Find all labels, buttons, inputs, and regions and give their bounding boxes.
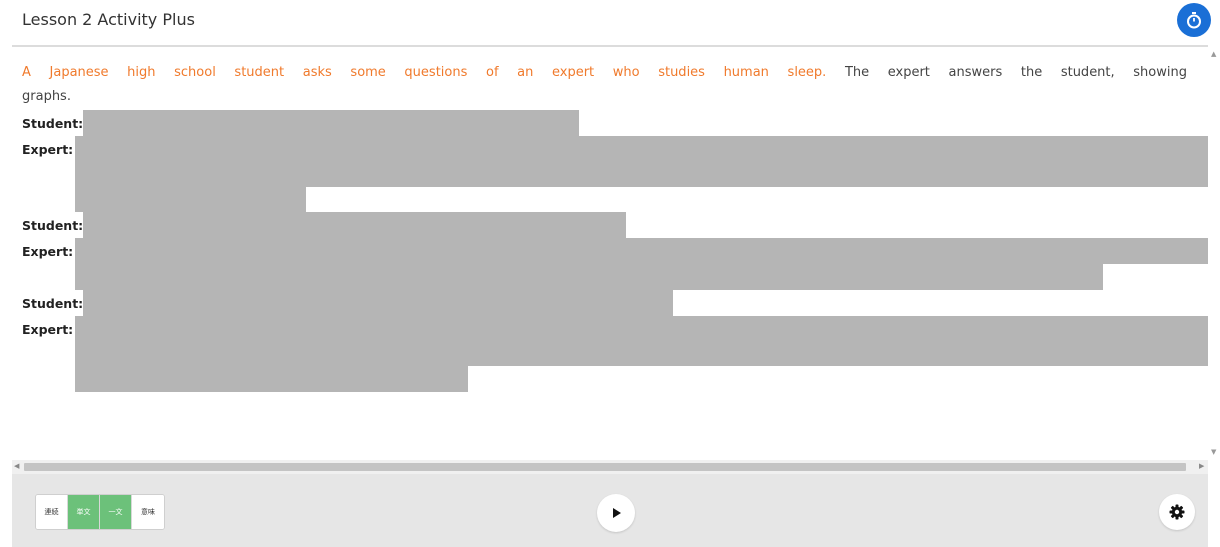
hidden-text-block[interactable] (75, 264, 1103, 290)
speaker-label: Expert: (22, 321, 74, 337)
hidden-text-block[interactable] (75, 238, 1208, 264)
scrollbar-thumb[interactable] (24, 463, 1186, 471)
hidden-text-block[interactable] (83, 290, 673, 316)
play-icon (613, 508, 621, 518)
header-bar: Lesson 2 Activity Plus (0, 0, 1220, 44)
dialogue-line: Student: (22, 290, 83, 316)
scroll-left-icon[interactable]: ◀ (14, 462, 19, 470)
vertical-scrollbar[interactable]: ▲ ▼ (1208, 48, 1220, 460)
play-button[interactable] (597, 494, 635, 532)
stopwatch-icon (1187, 12, 1201, 29)
display-mode-toggle: 連続 単文 一文 意味 (35, 494, 165, 530)
speaker-label: Expert: (22, 243, 74, 259)
hidden-text-block[interactable] (75, 366, 468, 392)
bottom-toolbar: 連続 単文 一文 意味 (12, 474, 1208, 547)
passage-area: A Japanese high school student asks some… (12, 48, 1208, 460)
dialogue-line: Student: (22, 212, 83, 238)
hidden-text-block[interactable] (75, 316, 1208, 366)
horizontal-scrollbar[interactable]: ◀ ▶ (12, 460, 1208, 474)
speaker-label: Expert: (22, 141, 74, 157)
page-title: Lesson 2 Activity Plus (22, 10, 195, 29)
scroll-right-icon[interactable]: ▶ (1199, 462, 1204, 470)
scroll-down-icon[interactable]: ▼ (1211, 448, 1216, 456)
dialogue-line: Expert: (22, 136, 73, 162)
mode-button-continuous[interactable]: 連続 (36, 495, 68, 529)
dialogue-line: Expert: (22, 238, 73, 264)
timer-button[interactable] (1177, 3, 1211, 37)
hidden-text-block[interactable] (83, 212, 626, 238)
intro-text: A Japanese high school student asks some… (22, 61, 1187, 109)
hidden-text-block[interactable] (83, 110, 579, 136)
mode-button-single[interactable]: 単文 (68, 495, 100, 529)
speaker-label: Student: (22, 115, 84, 131)
hidden-text-block[interactable] (75, 187, 306, 212)
dialogue-line: Student: (22, 110, 83, 136)
intro-highlighted: A Japanese high school student asks some… (22, 65, 827, 80)
scroll-up-icon[interactable]: ▲ (1211, 50, 1216, 58)
mode-button-one-sentence[interactable]: 一文 (100, 495, 132, 529)
gear-icon (1169, 504, 1185, 520)
dialogue-line: Expert: (22, 316, 73, 342)
speaker-label: Student: (22, 217, 84, 233)
settings-button[interactable] (1159, 494, 1195, 530)
speaker-label: Student: (22, 295, 84, 311)
hidden-text-block[interactable] (75, 136, 1208, 187)
header-divider (12, 45, 1208, 47)
mode-button-meaning[interactable]: 意味 (132, 495, 164, 529)
